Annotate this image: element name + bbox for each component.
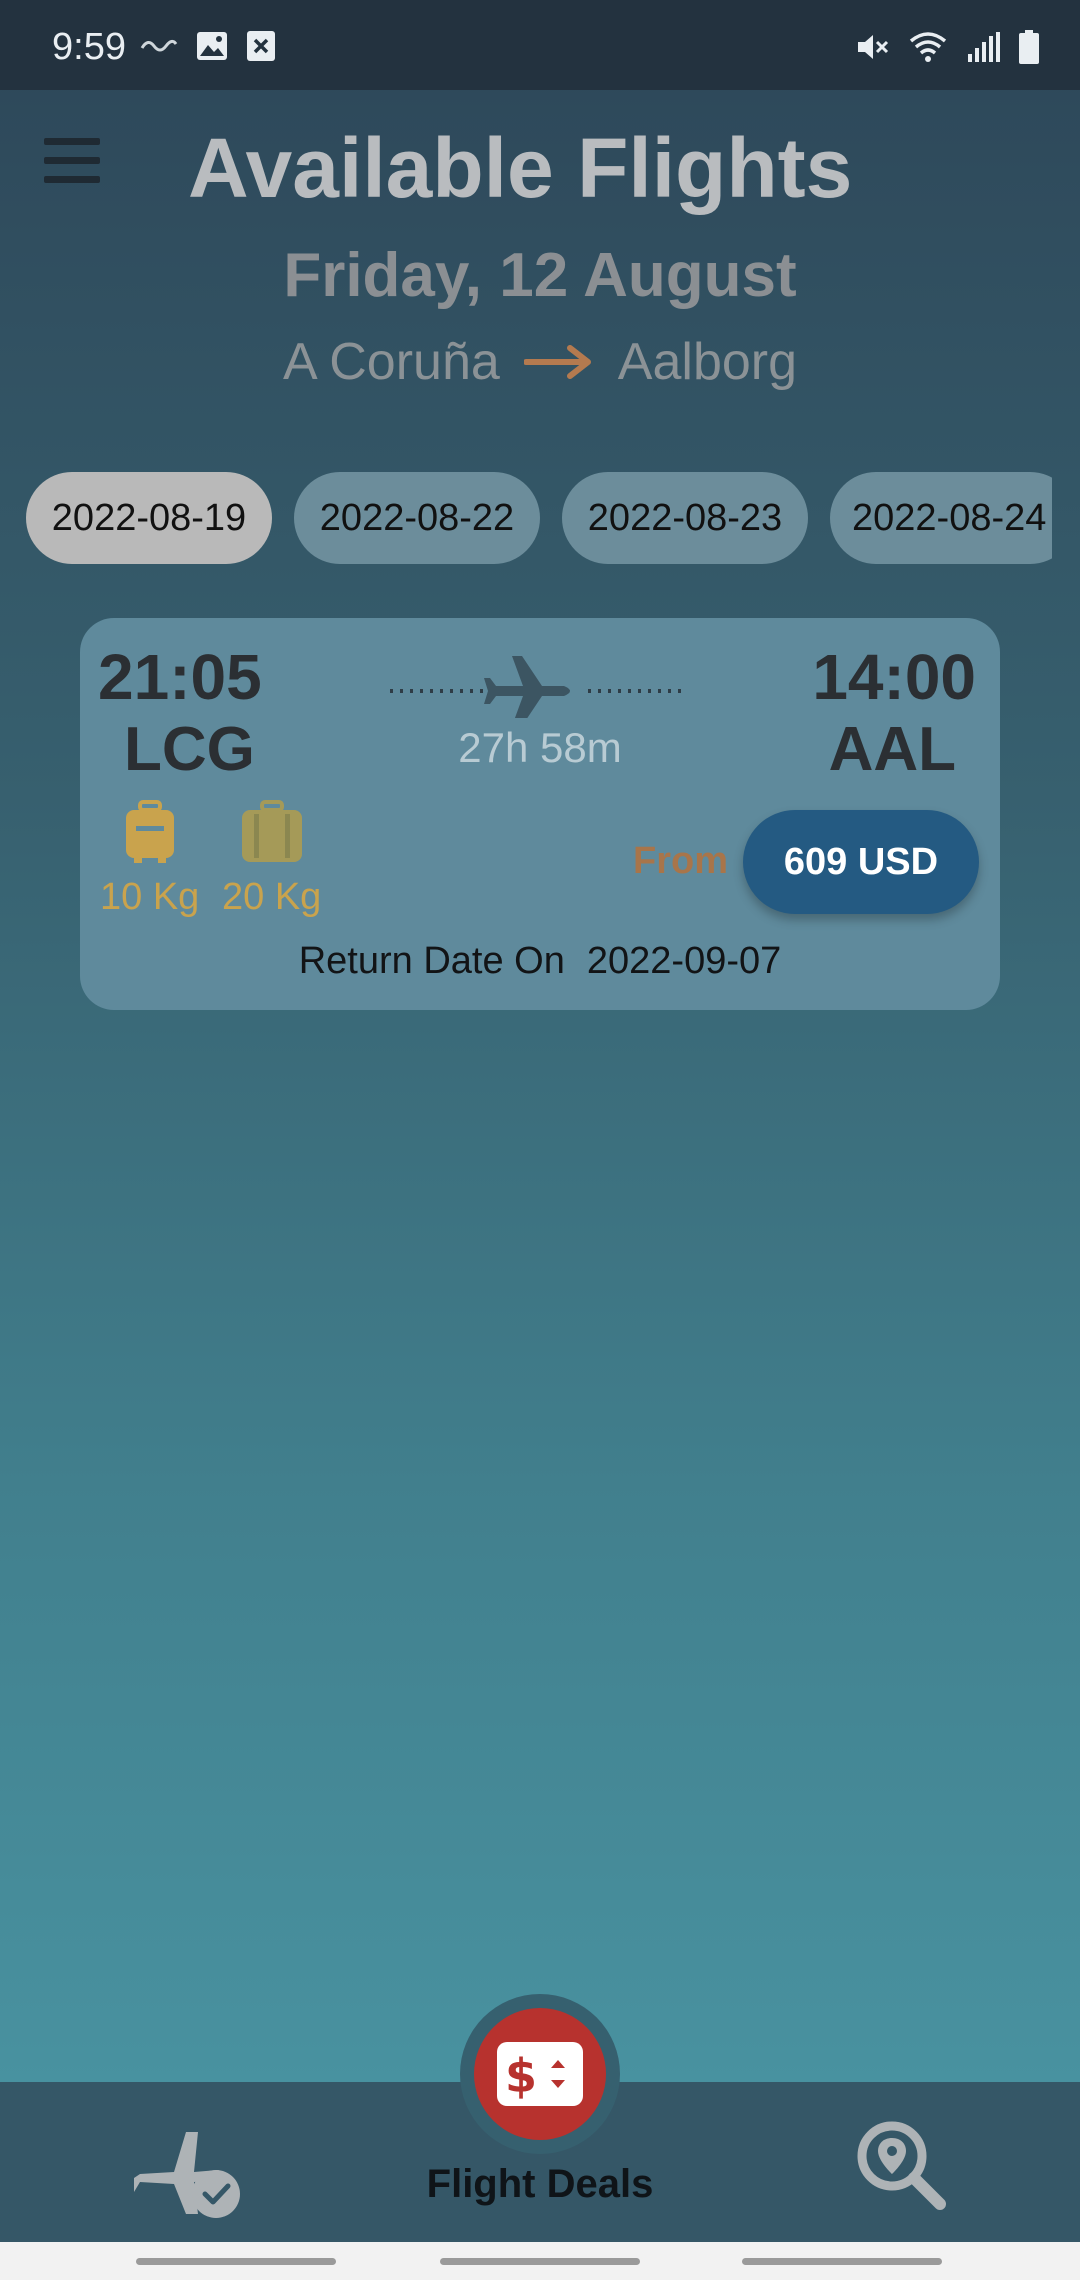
page-title: Available Flights (188, 121, 853, 215)
return-date-row: Return Date On 2022-09-07 (80, 940, 1000, 983)
menu-icon[interactable] (40, 130, 110, 190)
origin-city: A Coruña (282, 333, 500, 391)
arrow-right-icon (523, 345, 591, 379)
system-nav-home[interactable] (440, 2258, 640, 2265)
location-search-icon[interactable] (856, 2120, 946, 2210)
date-chip-selected[interactable]: 2022-08-19 (26, 472, 272, 564)
signal-icon (968, 32, 1000, 62)
image-icon (197, 32, 227, 60)
svg-text:$: $ (505, 2049, 537, 2103)
departure-time: 21:05 (98, 641, 262, 713)
price-tag-icon: $ (497, 2042, 583, 2106)
blocked-file-icon (247, 31, 275, 61)
checked-baggage-weight: 20 Kg (222, 876, 322, 918)
system-nav-recent[interactable] (136, 2258, 336, 2265)
status-time: 9:59 (52, 26, 126, 68)
status-right-icons (856, 30, 1040, 64)
route: A Coruña Aalborg (0, 332, 1080, 392)
cabin-bag-icon (126, 800, 174, 863)
status-left-icons (140, 30, 276, 62)
price-button[interactable]: 609 USD (743, 810, 979, 914)
status-bar: 9:59 (0, 0, 1080, 90)
wave-icon (140, 39, 178, 52)
cabin-baggage-weight: 10 Kg (100, 876, 200, 918)
return-date-value: 2022-09-07 (586, 940, 782, 982)
date-chip[interactable]: 2022-08-22 (294, 472, 540, 564)
date-chip[interactable]: 2022-08-23 (562, 472, 808, 564)
plane-icon (390, 656, 686, 718)
flight-date: Friday, 12 August (283, 241, 797, 310)
battery-icon (1019, 30, 1039, 64)
flight-duration: 27h 58m (458, 724, 622, 771)
arrival-time: 14:00 (812, 641, 976, 713)
date-chip[interactable]: 2022-08-24 (830, 472, 1052, 564)
flight-deals-fab[interactable]: $ (474, 2008, 606, 2140)
checked-bag-icon (242, 800, 302, 862)
flight-card[interactable]: 21:05 LCG 14:00 AAL 27h 58m 10 Kg 20 Kg … (80, 618, 1000, 1010)
price-from-label: From (633, 840, 728, 882)
mute-icon (858, 35, 889, 59)
system-nav-back[interactable] (742, 2258, 942, 2265)
system-nav-bar (0, 2242, 1080, 2280)
wifi-icon (909, 32, 947, 62)
return-date-label: Return Date On (298, 940, 565, 982)
destination-city: Aalborg (617, 333, 798, 391)
date-chips: 2022-08-19 2022-08-22 2022-08-23 2022-08… (26, 472, 1052, 564)
